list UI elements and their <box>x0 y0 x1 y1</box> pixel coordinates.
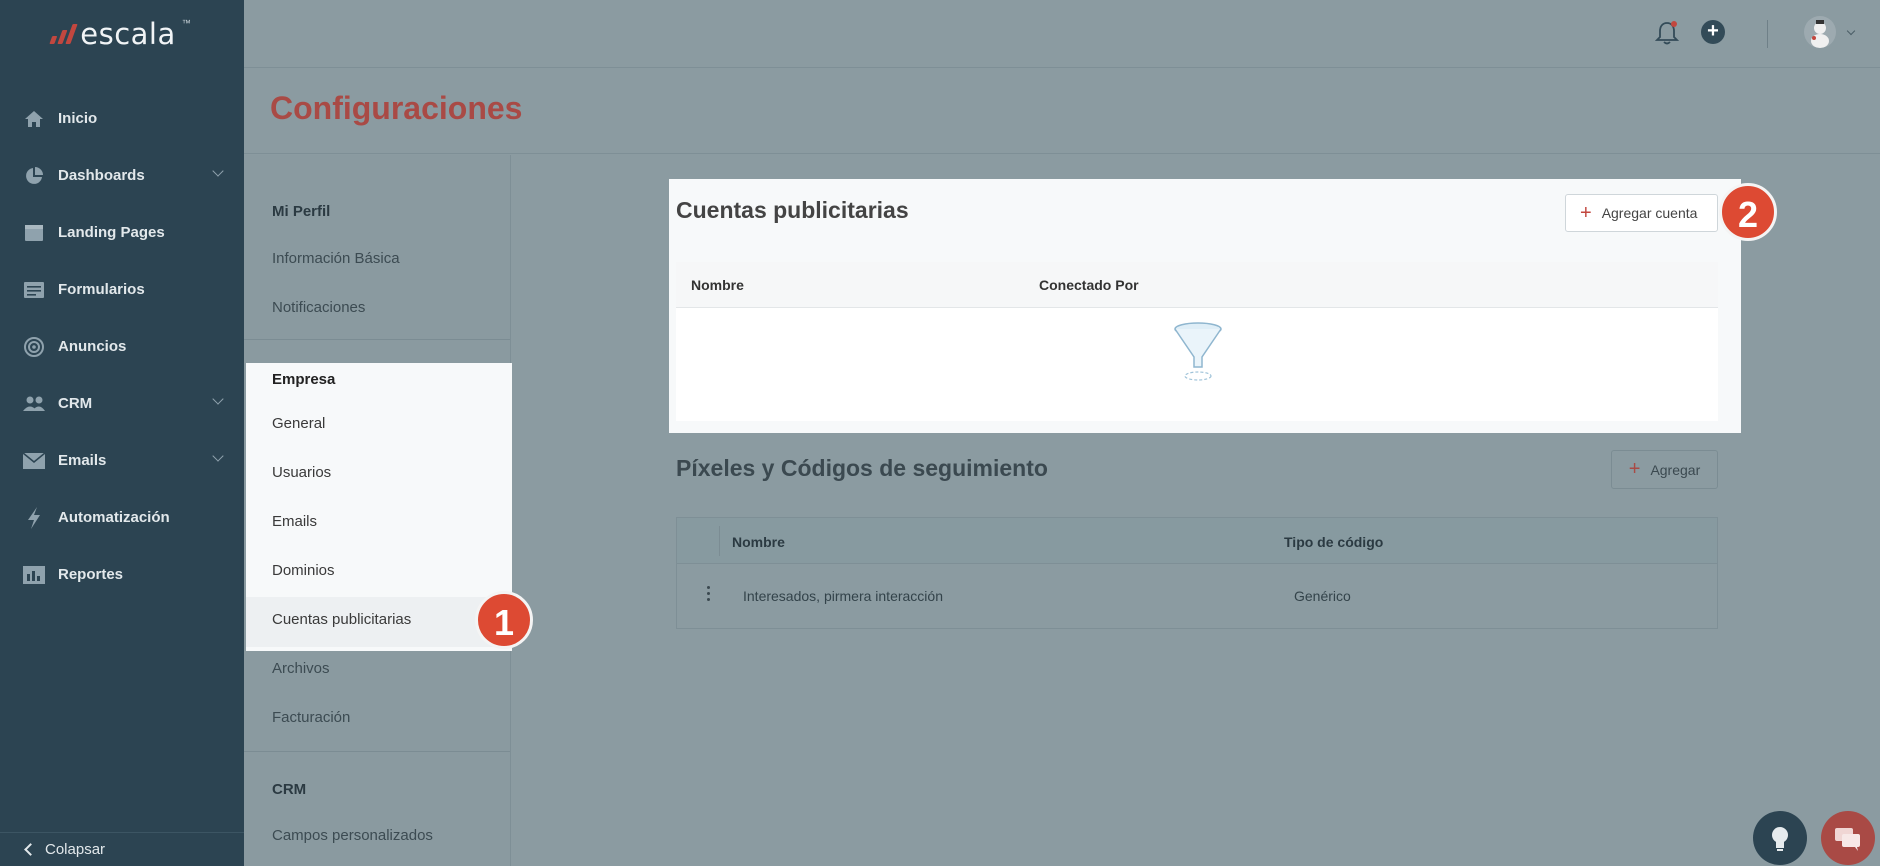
sidebar-item-label: Inicio <box>58 110 98 127</box>
chevron-down-icon <box>212 450 224 462</box>
chevron-down-icon <box>212 165 224 177</box>
ad-accounts-table: Nombre Conectado Por <box>676 262 1718 421</box>
table-header: Nombre Tipo de código <box>677 518 1717 564</box>
top-header: + <box>244 0 1880 68</box>
section-heading-perfil: Mi Perfil <box>272 203 331 220</box>
sidebar-item-emails[interactable]: Emails <box>0 432 244 489</box>
sidebar-item-formularios[interactable]: Formularios <box>0 261 244 318</box>
pixel-type-cell: Genérico <box>1294 588 1351 604</box>
envelope-icon <box>22 451 46 471</box>
lightbulb-icon[interactable] <box>1753 811 1807 865</box>
pixels-section: Píxeles y Códigos de seguimiento + Agreg… <box>669 440 1741 640</box>
empty-funnel-icon <box>1172 321 1224 388</box>
step-badge-1: 1 <box>475 591 533 649</box>
column-header-tipo-de-codigo: Tipo de código <box>1284 534 1384 550</box>
page-header: Configuraciones <box>244 68 1880 154</box>
table-header: Nombre Conectado Por <box>676 262 1718 308</box>
more-options-icon[interactable] <box>707 586 711 601</box>
column-header-conectado-por: Conectado Por <box>1039 277 1139 293</box>
collapse-label: Colapsar <box>45 841 106 858</box>
form-icon <box>22 280 46 300</box>
ad-accounts-card: Cuentas publicitarias + Agregar cuenta N… <box>669 179 1741 433</box>
avatar[interactable] <box>1804 16 1836 48</box>
menu-divider <box>244 751 510 752</box>
menu-item-general[interactable]: General <box>272 415 325 432</box>
ad-accounts-title: Cuentas publicitarias <box>676 197 909 223</box>
pie-chart-icon <box>22 166 46 186</box>
brand-name: escala <box>80 17 176 51</box>
menu-item-campos-personalizados[interactable]: Campos personalizados <box>272 827 433 844</box>
brand-logo[interactable]: escala ™ <box>0 0 244 68</box>
collapse-sidebar-button[interactable]: Colapsar <box>0 832 244 866</box>
sidebar-item-dashboards[interactable]: Dashboards <box>0 147 244 204</box>
sidebar-item-label: Reportes <box>58 566 124 583</box>
chat-icon[interactable] <box>1821 811 1875 865</box>
plus-icon: + <box>1628 458 1641 480</box>
menu-divider <box>244 339 510 340</box>
sidebar-item-label: Anuncios <box>58 338 127 355</box>
people-icon <box>22 394 46 414</box>
plus-circle-icon[interactable]: + <box>1701 20 1725 44</box>
pixel-name-cell: Interesados, pirmera interacción <box>743 588 943 604</box>
pixels-title: Píxeles y Códigos de seguimiento <box>676 455 1048 481</box>
trademark-mark: ™ <box>181 18 191 28</box>
step-badge-2: 2 <box>1719 183 1777 241</box>
notification-dot <box>1671 21 1677 27</box>
sidebar-item-inicio[interactable]: Inicio <box>0 90 244 147</box>
table-row[interactable]: Interesados, pirmera interacción Genéric… <box>677 564 1717 629</box>
logo-mark-icon <box>49 24 78 44</box>
pixels-table: Nombre Tipo de código Interesados, pirme… <box>676 517 1718 629</box>
column-header-nombre: Nombre <box>691 277 744 293</box>
chevron-left-icon <box>24 843 37 856</box>
menu-item-archivos[interactable]: Archivos <box>272 660 330 677</box>
add-account-label: Agregar cuenta <box>1601 205 1698 221</box>
bell-icon[interactable] <box>1654 20 1680 46</box>
header-divider <box>1767 20 1768 48</box>
sidebar-item-label: Landing Pages <box>58 224 165 241</box>
sidebar-item-automatizacion[interactable]: Automatización <box>0 489 244 546</box>
sidebar-item-label: Dashboards <box>58 167 145 184</box>
target-icon <box>22 336 46 357</box>
sidebar-item-label: Automatización <box>58 509 170 526</box>
sidebar-item-crm[interactable]: CRM <box>0 375 244 432</box>
sidebar-item-anuncios[interactable]: Anuncios <box>0 318 244 375</box>
page-title: Configuraciones <box>270 90 523 126</box>
menu-item-notificaciones[interactable]: Notificaciones <box>272 299 365 316</box>
column-header-nombre: Nombre <box>732 534 785 550</box>
menu-item-informacion-basica[interactable]: Información Básica <box>272 250 400 267</box>
settings-menu: Mi Perfil Información Básica Notificacio… <box>244 155 512 866</box>
menu-item-dominios[interactable]: Dominios <box>272 562 335 579</box>
sidebar-item-label: CRM <box>58 395 93 412</box>
chevron-down-icon[interactable] <box>1846 26 1856 36</box>
home-icon <box>22 109 46 129</box>
add-account-button[interactable]: + Agregar cuenta <box>1565 194 1718 232</box>
add-pixel-label: Agregar <box>1650 461 1701 478</box>
sidebar-item-landing-pages[interactable]: Landing Pages <box>0 204 244 261</box>
chevron-down-icon <box>212 393 224 405</box>
column-divider <box>719 526 720 556</box>
highlighted-empresa-section: Empresa General Usuarios Emails Dominios… <box>246 363 512 651</box>
lightning-icon <box>22 506 46 529</box>
add-pixel-button[interactable]: + Agregar <box>1611 450 1718 489</box>
sidebar-item-label: Emails <box>58 452 107 469</box>
sidebar-nav: Inicio Dashboards Landing Pages Formular… <box>0 90 244 603</box>
menu-item-emails[interactable]: Emails <box>272 513 317 530</box>
sidebar: escala ™ Inicio Dashboards Landing Pages <box>0 0 244 866</box>
section-heading-empresa: Empresa <box>272 371 336 388</box>
sidebar-item-label: Formularios <box>58 281 145 298</box>
report-icon <box>22 565 46 585</box>
menu-item-usuarios[interactable]: Usuarios <box>272 464 331 481</box>
menu-item-facturacion[interactable]: Facturación <box>272 709 350 726</box>
menu-item-cuentas-publicitarias[interactable]: Cuentas publicitarias <box>272 611 411 628</box>
sidebar-item-reportes[interactable]: Reportes <box>0 546 244 603</box>
browser-window-icon <box>22 223 46 243</box>
plus-icon: + <box>1580 202 1592 224</box>
section-heading-crm: CRM <box>272 781 307 798</box>
